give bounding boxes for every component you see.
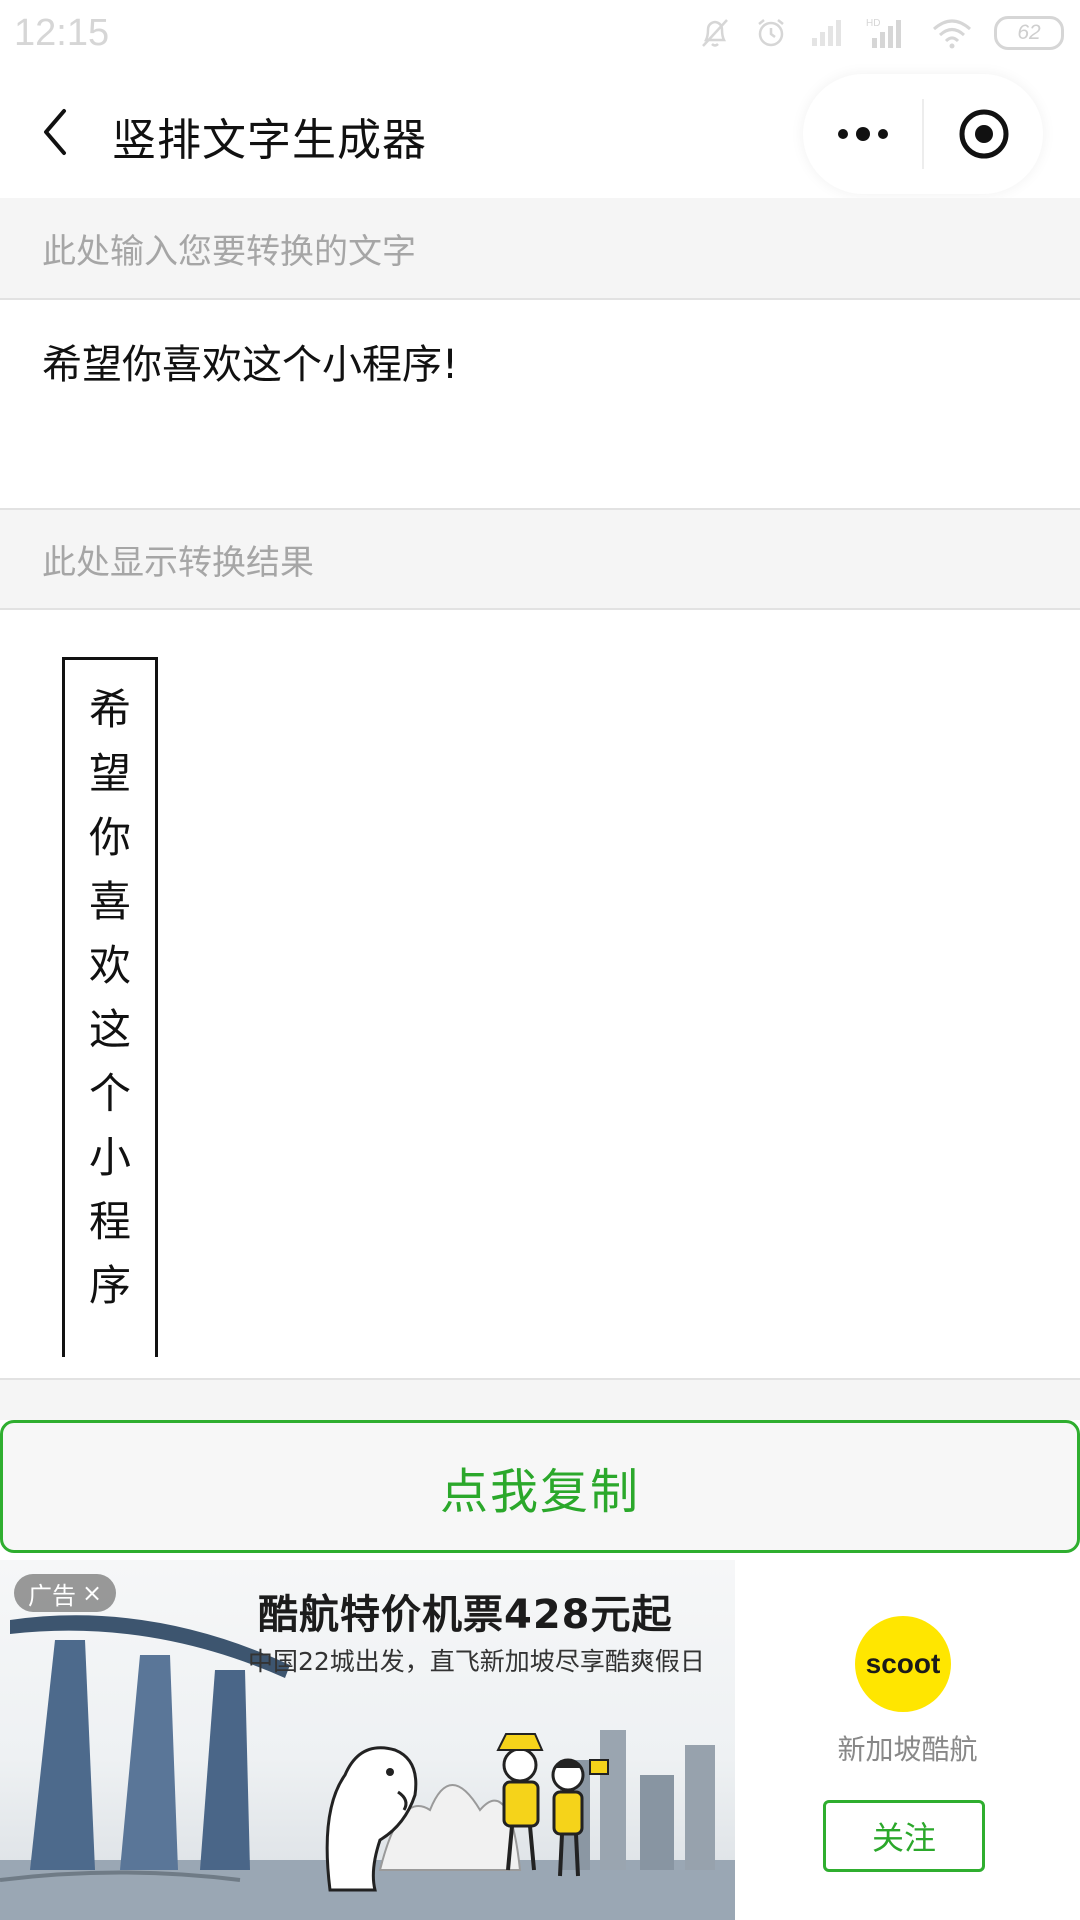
wifi-icon: [933, 19, 971, 49]
result-section-header: 此处显示转换结果: [0, 508, 1080, 610]
vertical-char: 个: [88, 1069, 131, 1118]
target-icon: [959, 109, 1008, 159]
status-bar: 12:15 HD 62: [0, 0, 1080, 66]
vertical-char: 你: [88, 813, 131, 862]
more-dots-icon: [838, 127, 888, 141]
vertical-char: 望: [88, 749, 131, 798]
alarm-icon: [758, 19, 784, 47]
follow-button[interactable]: 关注: [823, 1800, 985, 1872]
section-gap: [0, 1380, 1080, 1420]
vertical-char: 序: [88, 1261, 131, 1310]
brand-logo[interactable]: scoot: [855, 1616, 951, 1712]
battery-icon: 62: [994, 16, 1064, 50]
input-section-header: 此处输入您要转换的文字: [0, 198, 1080, 300]
close-miniprogram-button[interactable]: [924, 74, 1043, 194]
ad-badge[interactable]: 广告 ×: [14, 1574, 117, 1612]
ad-headline: 酷航特价机票428元起: [258, 1592, 673, 1638]
hd-signal-icon: HD: [866, 18, 901, 48]
nav-bar: 竖排文字生成器: [0, 66, 1080, 198]
vertical-char: 这: [88, 1005, 131, 1054]
brand-logo-text: scoot: [865, 1648, 941, 1679]
more-button[interactable]: [803, 74, 923, 194]
signal-icon: [812, 20, 841, 46]
back-button[interactable]: [30, 102, 80, 162]
close-icon[interactable]: ×: [82, 1579, 102, 1607]
result-area: 希望你喜欢这个小程序: [0, 612, 1080, 1380]
vertical-char: 程: [88, 1197, 131, 1246]
ad-image[interactable]: 广告 × 酷航特价机票428元起 中国22城出发，直飞新加坡尽享酷爽假日: [0, 1560, 735, 1920]
ad-subline: 中国22城出发，直飞新加坡尽享酷爽假日: [248, 1647, 705, 1676]
ad-badge-label: 广告: [28, 1581, 76, 1610]
screen: 12:15 HD 62 竖排文字生成器 此处输入您要转换的文字 希望你喜欢这个小…: [0, 0, 1080, 1920]
svg-text:HD: HD: [866, 18, 880, 29]
text-input[interactable]: 希望你喜欢这个小程序!: [0, 302, 1080, 506]
vertical-text-box: 希望你喜欢这个小程序: [62, 657, 158, 1357]
vertical-char: 希: [88, 685, 131, 734]
chevron-left-icon: [44, 109, 66, 155]
vertical-char: 小: [88, 1133, 131, 1182]
ad-banner[interactable]: 广告 × 酷航特价机票428元起 中国22城出发，直飞新加坡尽享酷爽假日 sco…: [0, 1560, 1080, 1920]
ad-brand-panel: scoot 新加坡酷航 关注: [735, 1560, 1080, 1920]
bell-off-icon: [702, 19, 728, 47]
copy-button[interactable]: 点我复制: [0, 1420, 1080, 1553]
brand-name: 新加坡酷航: [837, 1733, 978, 1766]
battery-level: 62: [1017, 21, 1041, 44]
input-value: 希望你喜欢这个小程序!: [42, 342, 459, 388]
vertical-char: 喜: [88, 877, 131, 926]
status-time: 12:15: [14, 12, 110, 54]
capsule-menu: [803, 74, 1043, 194]
status-icons: HD 62: [698, 12, 1064, 54]
page-title: 竖排文字生成器: [112, 115, 427, 166]
vertical-text-column: 希望你喜欢这个小程序: [83, 660, 137, 1360]
vertical-char: 欢: [88, 941, 131, 990]
